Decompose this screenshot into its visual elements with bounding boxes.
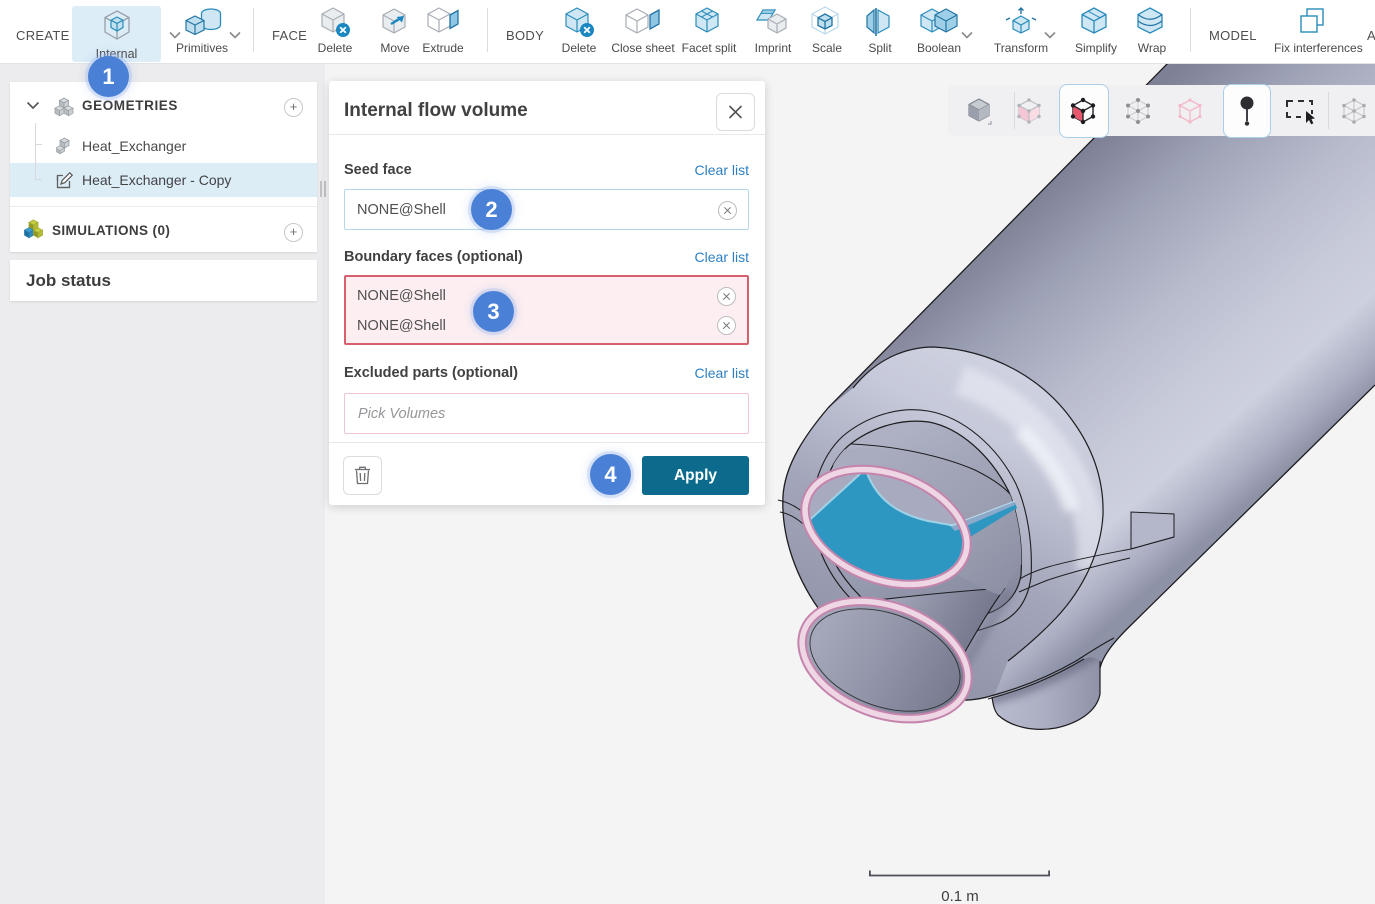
- svg-text:0.1 m: 0.1 m: [941, 888, 979, 904]
